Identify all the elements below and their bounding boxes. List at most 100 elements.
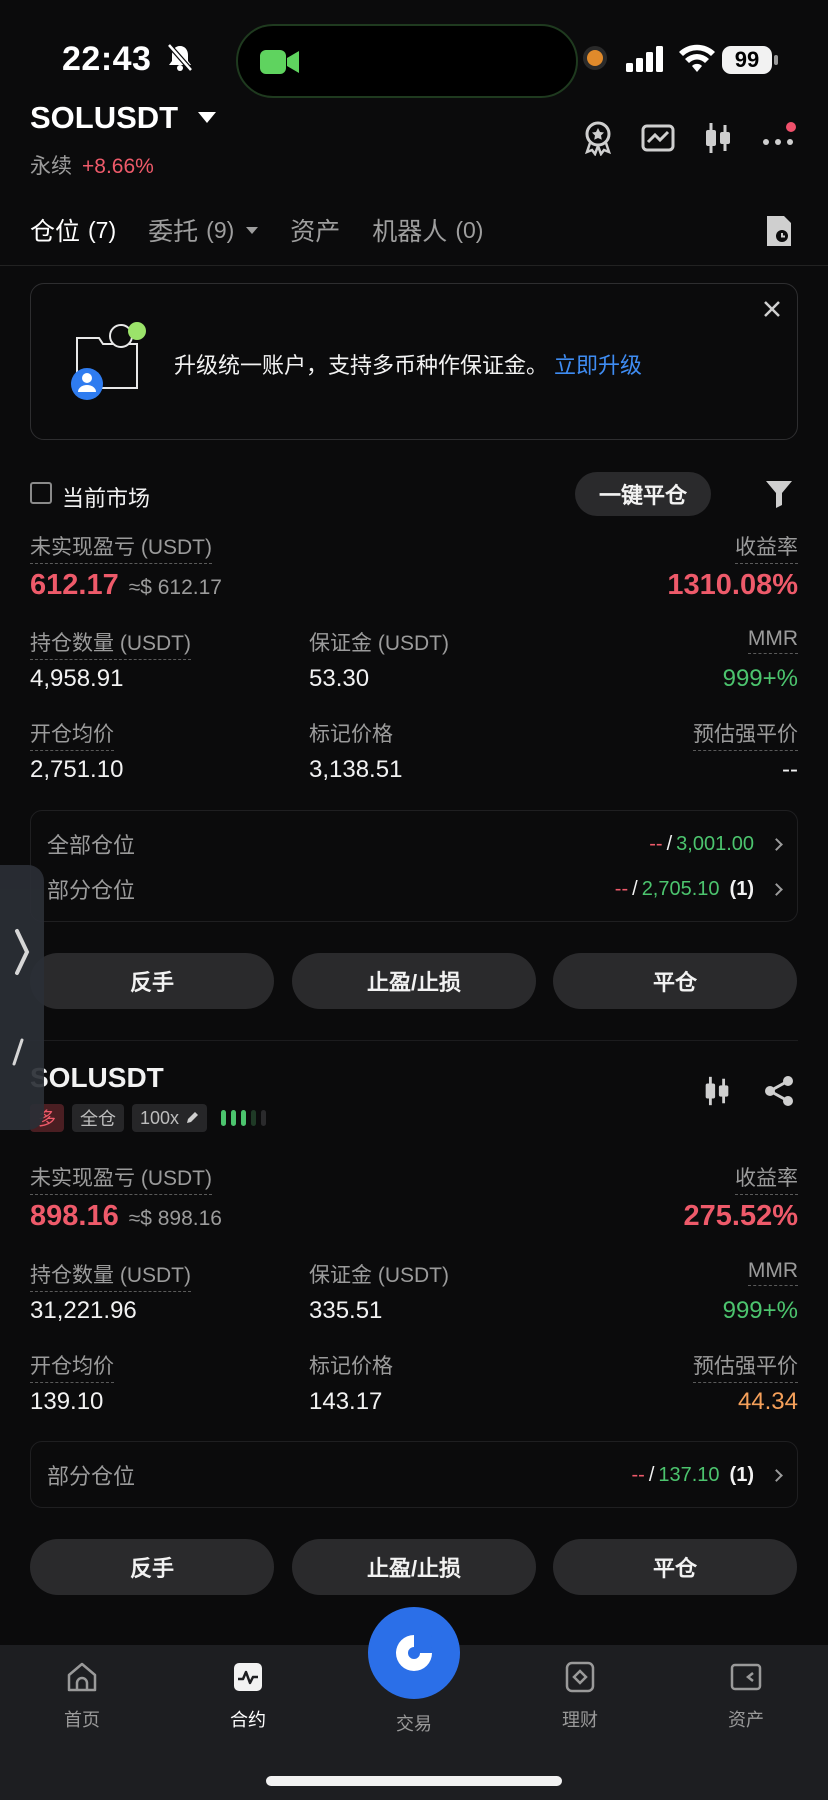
current-market-checkbox[interactable] [30, 482, 52, 504]
liq-price-value: 44.34 [737, 1388, 798, 1415]
tab-orders[interactable]: 委托 (9) [148, 212, 259, 248]
position-size-label[interactable]: 持仓数量 (USDT) [30, 1259, 191, 1292]
tab-positions[interactable]: 仓位 (7) [30, 212, 116, 248]
tab-label: 委托 [148, 218, 199, 246]
margin-label: 保证金 (USDT) [309, 1264, 449, 1287]
reverse-button[interactable]: 反手 [30, 953, 274, 1009]
position-divider [30, 1040, 798, 1041]
battery-indicator: 99 [722, 46, 778, 74]
entry-price-label[interactable]: 开仓均价 [30, 1350, 114, 1383]
home-indicator [266, 1776, 562, 1786]
tpsl-button[interactable]: 止盈/止损 [292, 953, 536, 1009]
upgrade-banner[interactable]: 升级统一账户，支持多币种作保证金。 立即升级 [30, 283, 798, 440]
mark-price-value: 3,138.51 [309, 756, 403, 783]
pnl-value: 898.16 [30, 1200, 119, 1232]
mmr-value: 999+% [722, 665, 798, 692]
nav-label: 合约 [230, 1710, 266, 1730]
tpsl-separator: / [632, 877, 638, 900]
nav-label: 交易 [396, 1714, 432, 1734]
tab-assets[interactable]: 资产 [290, 212, 340, 248]
chevron-right-icon [15, 929, 30, 975]
roe-label[interactable]: 收益率 [735, 531, 798, 564]
entry-price-label[interactable]: 开仓均价 [30, 718, 114, 751]
history-doc-icon[interactable] [764, 214, 794, 248]
mmr-label[interactable]: MMR [747, 1259, 798, 1286]
tpsl-button[interactable]: 止盈/止损 [292, 1539, 536, 1595]
adl-indicator-icon [221, 1110, 267, 1126]
tab-count: (9) [206, 216, 235, 243]
share-icon[interactable] [762, 1074, 796, 1108]
trade-icon [396, 1635, 432, 1671]
nav-trade[interactable]: 交易 [364, 1710, 464, 1736]
tpsl-row-partial[interactable]: 部分仓位 -- / 137.10 (1) [47, 1460, 783, 1490]
tabs-divider [0, 265, 828, 266]
banner-text: 升级统一账户，支持多币种作保证金。 [174, 353, 549, 378]
roe-value: 1310.08% [667, 569, 798, 601]
entry-price-value: 139.10 [30, 1388, 104, 1415]
edit-icon [187, 1112, 199, 1123]
nav-futures[interactable]: 合约 [198, 1660, 298, 1732]
tpsl-row-name: 部分仓位 [47, 878, 136, 903]
entry-price-value: 2,751.10 [30, 756, 124, 783]
tpsl-row-values: -- / 137.10 (1) [631, 1464, 783, 1487]
tab-label: 资产 [290, 218, 341, 246]
tab-count: (7) [88, 216, 117, 243]
upgrade-link[interactable]: 立即升级 [554, 353, 642, 378]
tpsl-row-name: 全部仓位 [47, 833, 136, 858]
tpsl-row-name: 部分仓位 [47, 1464, 136, 1489]
futures-icon [234, 1663, 262, 1691]
liq-price-label[interactable]: 预估强平价 [693, 718, 798, 751]
leverage-tag[interactable]: 100x [132, 1104, 208, 1132]
take-profit-value: 3,001.00 [676, 832, 754, 855]
tpsl-row-values: -- / 3,001.00 [649, 832, 783, 856]
nav-label: 首页 [64, 1710, 100, 1730]
symbol-title[interactable]: SOLUSDT [30, 100, 178, 136]
close-position-button[interactable]: 平仓 [553, 1539, 797, 1595]
slash-icon [12, 1038, 24, 1066]
nav-home[interactable]: 首页 [32, 1660, 132, 1732]
contract-subtitle: 永续 +8.66% [30, 150, 154, 180]
chart-card-icon[interactable] [640, 120, 676, 156]
unrealized-pnl-label[interactable]: 未实现盈亏 (USDT) [30, 531, 212, 564]
nav-assets[interactable]: 资产 [696, 1660, 796, 1732]
liq-price-label[interactable]: 预估强平价 [693, 1350, 798, 1383]
position-size-label[interactable]: 持仓数量 (USDT) [30, 627, 191, 660]
unrealized-pnl-label[interactable]: 未实现盈亏 (USDT) [30, 1162, 212, 1195]
stop-loss-value: -- [614, 877, 629, 900]
take-profit-value: 2,705.10 [641, 877, 720, 900]
tpsl-separator: / [666, 832, 673, 855]
tpsl-row-full[interactable]: 全部仓位 -- / 3,001.00 [47, 829, 783, 859]
tpsl-row-partial[interactable]: 部分仓位 -- / 2,705.10 (1) [47, 874, 783, 904]
tpsl-summary: 部分仓位 -- / 137.10 (1) [30, 1441, 798, 1508]
floating-side-handle[interactable] [0, 865, 44, 1130]
close-all-button[interactable]: 一键平仓 [575, 472, 711, 516]
tab-label: 机器人 [372, 218, 448, 246]
price-change: +8.66% [82, 155, 154, 178]
position-tags: 多 全仓 100x [30, 1104, 273, 1132]
facetime-icon [260, 50, 299, 74]
wallet-icon [730, 1663, 762, 1691]
close-icon[interactable] [761, 298, 783, 320]
candlestick-icon[interactable] [700, 1074, 734, 1108]
candlestick-icon[interactable] [700, 120, 736, 156]
tab-bots[interactable]: 机器人 (0) [372, 212, 483, 248]
tab-label: 仓位 [30, 218, 81, 246]
current-market-label[interactable]: 当前市场 [62, 481, 150, 513]
margin-value: 335.51 [309, 1297, 383, 1324]
margin-mode-tag[interactable]: 全仓 [72, 1104, 124, 1132]
roe-value: 275.52% [683, 1200, 799, 1232]
mmr-label[interactable]: MMR [747, 627, 798, 654]
close-position-button[interactable]: 平仓 [553, 953, 797, 1009]
trade-fab-button[interactable] [368, 1607, 460, 1699]
nav-earn[interactable]: 理财 [530, 1660, 630, 1732]
filter-icon[interactable] [764, 478, 794, 510]
mmr-value: 999+% [722, 1297, 798, 1324]
mark-price-label: 标记价格 [309, 1355, 393, 1378]
home-icon [67, 1662, 97, 1692]
roe-label[interactable]: 收益率 [735, 1162, 798, 1195]
liq-price-value: -- [782, 756, 798, 783]
medal-icon[interactable] [580, 120, 616, 156]
symbol-dropdown-icon[interactable] [198, 112, 216, 123]
position-symbol[interactable]: SOLUSDT [30, 1062, 164, 1094]
reverse-button[interactable]: 反手 [30, 1539, 274, 1595]
